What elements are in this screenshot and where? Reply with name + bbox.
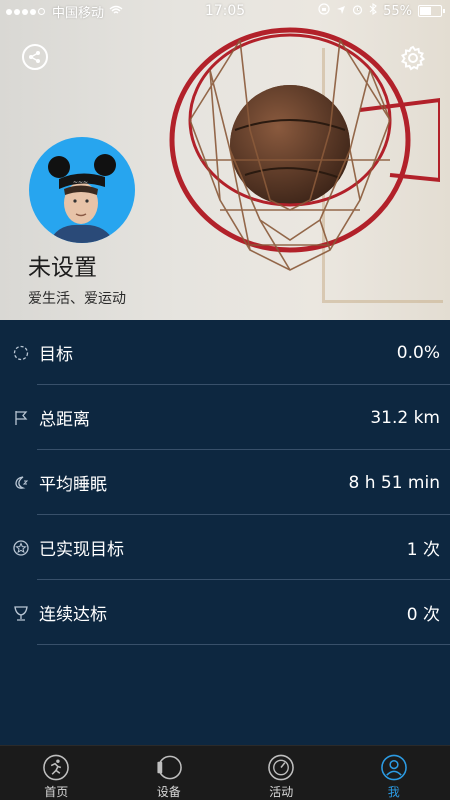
tab-label: 首页 — [44, 785, 69, 799]
stat-label: 平均睡眠 — [39, 475, 107, 495]
profile-header-background: 中国移动 17:05 55% ~~~ 未设置 爱生活、爱运动 — [0, 0, 450, 320]
stat-value: 1 次 — [406, 540, 440, 560]
battery-icon — [418, 5, 445, 17]
stat-label: 总距离 — [39, 410, 90, 430]
stat-value: 8 h 51 min — [348, 472, 441, 493]
stat-value: 31.2 km — [370, 407, 440, 428]
device-icon — [157, 755, 182, 780]
svg-text:~~~: ~~~ — [73, 179, 88, 186]
share-button[interactable] — [22, 44, 48, 70]
activity-gauge-icon — [268, 754, 295, 781]
flag-icon — [15, 410, 28, 425]
trophy-icon — [14, 605, 28, 621]
tab-activity[interactable]: 活动 — [225, 746, 338, 800]
stat-label: 连续达标 — [39, 605, 107, 625]
stat-row-goal[interactable]: 目标 0.0% — [0, 320, 450, 385]
user-icon — [380, 754, 407, 781]
location-icon — [336, 4, 346, 19]
sleep-moon-icon — [15, 475, 29, 489]
status-bar: 中国移动 17:05 55% — [0, 0, 450, 22]
lock-rotation-icon — [318, 3, 330, 19]
tab-home[interactable]: 首页 — [0, 746, 113, 800]
tab-me[interactable]: 我 — [338, 746, 450, 800]
stats-list: 目标 0.0% 总距离 31.2 km 平均睡眠 8 h 51 min 已实现目… — [0, 320, 450, 645]
tab-label: 活动 — [269, 785, 294, 799]
gear-icon — [401, 45, 426, 71]
star-badge-icon — [13, 539, 29, 556]
stat-row-average-sleep[interactable]: 平均睡眠 8 h 51 min — [0, 450, 450, 515]
bluetooth-icon — [369, 2, 377, 19]
avatar[interactable]: ~~~ — [29, 137, 135, 243]
basketball-hoop-image — [169, 27, 440, 271]
battery-percent: 55% — [383, 3, 412, 19]
stat-label: 目标 — [39, 345, 73, 365]
profile-motto: 爱生活、爱运动 — [28, 291, 126, 307]
tab-label: 我 — [387, 785, 400, 799]
tab-device[interactable]: 设备 — [113, 746, 226, 800]
settings-button[interactable] — [399, 44, 427, 72]
target-icon — [13, 345, 29, 360]
share-icon — [29, 51, 40, 63]
profile-name[interactable]: 未设置 — [28, 248, 97, 282]
stat-value: 0.0% — [396, 342, 440, 363]
stat-value: 0 次 — [406, 605, 440, 625]
tab-bar: 首页 设备 活动 我 — [0, 745, 450, 800]
stat-label: 已实现目标 — [39, 540, 124, 560]
alarm-icon — [352, 4, 363, 19]
stat-row-goals-achieved[interactable]: 已实现目标 1 次 — [0, 515, 450, 580]
tab-label: 设备 — [156, 785, 181, 799]
stat-row-total-distance[interactable]: 总距离 31.2 km — [0, 385, 450, 450]
runner-icon — [43, 754, 70, 781]
stat-row-streak[interactable]: 连续达标 0 次 — [0, 580, 450, 645]
avatar-image: ~~~ — [48, 154, 116, 243]
